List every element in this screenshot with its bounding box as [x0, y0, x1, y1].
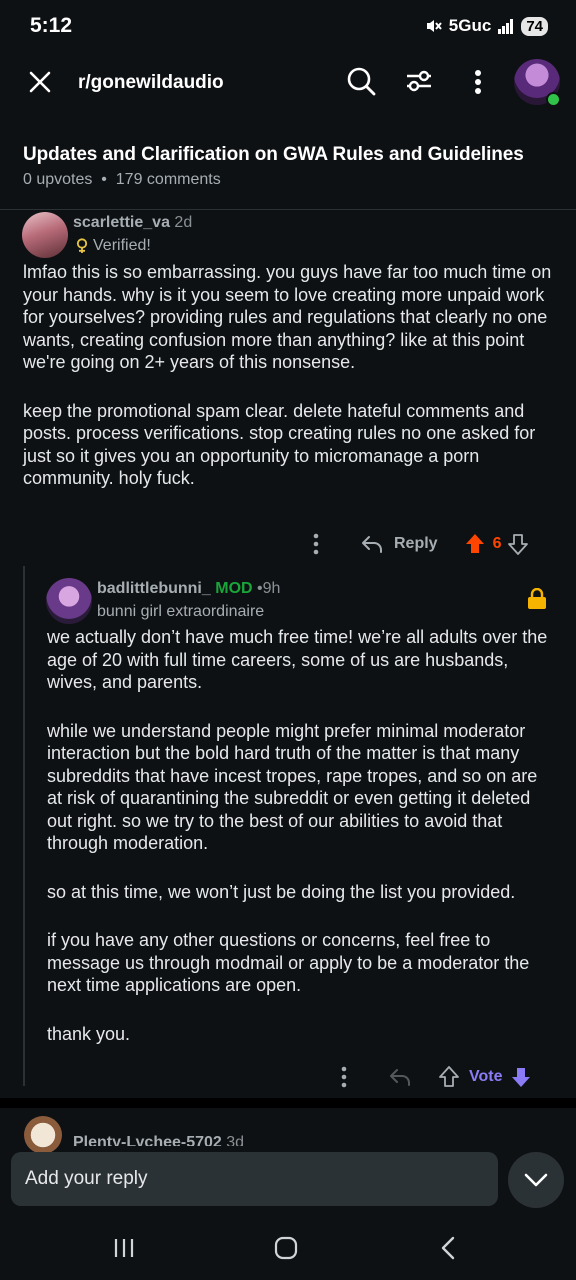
subreddit-name[interactable]: r/gonewildaudio — [78, 72, 224, 94]
comment-paragraph: while we understand people might prefer … — [47, 720, 538, 854]
reply-input[interactable]: Add your reply — [11, 1152, 498, 1206]
back-button[interactable] — [430, 1232, 466, 1264]
comment-age: 9h — [262, 580, 281, 597]
comment-paragraph: keep the promotional spam clear. delete … — [23, 400, 536, 489]
signal-icon — [498, 19, 514, 34]
close-icon — [29, 71, 51, 93]
network-label: 5Guc — [448, 16, 492, 35]
comment-paragraph: we actually don’t have much free time! w… — [47, 627, 548, 692]
comment-actions: Reply 6 — [306, 531, 546, 557]
more-options-icon[interactable] — [312, 533, 320, 555]
comment-body: we actually don’t have much free time! w… — [47, 626, 557, 1071]
vote-label: Vote — [469, 1068, 503, 1085]
comment-age: 2d — [174, 214, 193, 231]
user-flair: Verified! — [75, 237, 151, 255]
user-flair: bunni girl extraordinaire — [97, 603, 265, 620]
close-button[interactable] — [24, 66, 56, 98]
filter-icon — [407, 70, 431, 92]
comment-paragraph: lmfao this is so embarrassing. you guys … — [23, 262, 552, 372]
comment-age: 3d — [226, 1134, 245, 1146]
locked-indicator — [527, 587, 547, 615]
mod-badge: MOD — [215, 580, 253, 597]
home-button[interactable] — [268, 1232, 304, 1264]
mute-icon — [426, 20, 442, 32]
collapse-button[interactable] — [508, 1152, 564, 1208]
commenter-avatar[interactable] — [22, 212, 68, 258]
comment-username[interactable]: scarlettie_va — [73, 214, 170, 231]
more-options-button[interactable] — [464, 66, 492, 98]
sort-filter-button[interactable] — [402, 64, 436, 98]
comment-paragraph: if you have any other questions or conce… — [47, 930, 530, 995]
reply-label: Reply — [394, 535, 438, 552]
female-symbol-icon — [76, 238, 88, 253]
downvote-icon[interactable] — [507, 533, 529, 555]
comment-author-line: badlittlebunni_ MOD •9h — [97, 580, 280, 598]
status-time: 5:12 — [30, 14, 73, 37]
post-meta: 0 upvotes • 179 comments — [23, 171, 221, 189]
battery-level: 74 — [521, 16, 548, 36]
section-separator — [0, 1098, 576, 1108]
commenter-avatar[interactable] — [24, 1116, 62, 1154]
lock-icon — [528, 587, 546, 609]
comment-username[interactable]: Plenty-Lychee-5702 — [73, 1134, 222, 1146]
comment-paragraph: so at this time, we won’t just be doing … — [47, 881, 516, 902]
comment-body: lmfao this is so embarrassing. you guys … — [23, 261, 555, 516]
online-status-dot — [546, 92, 561, 107]
more-options-icon[interactable] — [340, 1066, 348, 1088]
back-icon — [441, 1236, 455, 1260]
thread-line[interactable] — [23, 566, 25, 1086]
post-comments-count: 179 comments — [115, 171, 221, 188]
more-vertical-icon — [475, 70, 481, 94]
comment-username[interactable]: badlittlebunni_ — [97, 580, 211, 597]
home-icon — [274, 1236, 298, 1260]
recent-apps-button[interactable] — [106, 1232, 142, 1264]
search-icon — [347, 67, 376, 96]
upvote-icon[interactable] — [438, 1066, 460, 1088]
comment-score: 6 — [492, 535, 502, 552]
reply-button[interactable]: Reply — [360, 534, 438, 554]
comment-author-line: Plenty-Lychee-5702 3d — [73, 1134, 244, 1146]
comment-paragraph: thank you. — [47, 1023, 131, 1044]
reply-arrow-icon — [390, 1069, 410, 1086]
upvote-icon[interactable] — [464, 533, 486, 555]
search-button[interactable] — [344, 64, 378, 98]
chevron-down-icon — [524, 1173, 548, 1187]
comment-actions: Vote — [336, 1064, 546, 1090]
reply-placeholder: Add your reply — [25, 1168, 148, 1189]
recent-apps-icon — [114, 1239, 134, 1257]
status-icons: 5Guc 74 — [425, 16, 548, 36]
comment-author-line: scarlettie_va 2d — [73, 214, 192, 232]
commenter-avatar[interactable] — [46, 578, 92, 624]
post-title: Updates and Clarification on GWA Rules a… — [23, 144, 524, 165]
meta-separator: • — [96, 171, 116, 188]
downvote-icon[interactable] — [510, 1066, 532, 1088]
reply-arrow-icon — [362, 536, 382, 553]
divider — [0, 209, 576, 210]
flair-label: Verified! — [93, 237, 151, 254]
post-upvotes: 0 upvotes — [23, 171, 93, 188]
